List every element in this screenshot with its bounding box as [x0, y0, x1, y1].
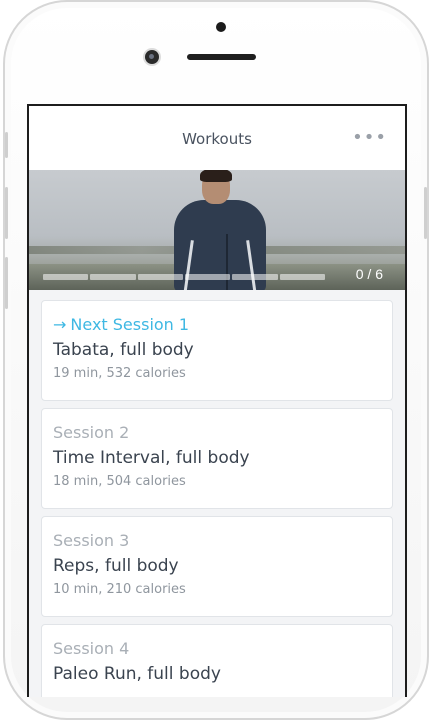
session-label-text: Next Session 1	[70, 315, 190, 334]
session-name: Paleo Run, full body	[53, 664, 221, 684]
earpiece-speaker	[187, 54, 256, 60]
page-title: Workouts	[182, 130, 252, 148]
session-card-4[interactable]: Session 4 Paleo Run, full body	[41, 624, 393, 697]
session-meta: 18 min, 504 calories	[53, 474, 186, 489]
progress-segment	[90, 274, 136, 280]
session-label: Session 4	[53, 639, 130, 658]
front-camera	[145, 50, 159, 64]
session-label: Session 2	[53, 423, 130, 442]
session-meta: 10 min, 210 calories	[53, 582, 186, 597]
volume-up-button	[5, 187, 8, 239]
proximity-sensor	[216, 22, 226, 32]
progress-segment	[184, 274, 231, 280]
session-list: → Next Session 1 Tabata, full body 19 min…	[41, 300, 393, 697]
progress-segment	[232, 274, 278, 280]
session-name: Tabata, full body	[53, 340, 194, 360]
trainer-hair	[200, 170, 232, 182]
trainer-figure	[166, 170, 274, 290]
session-name: Reps, full body	[53, 556, 179, 576]
app-screen: Workouts ••• 0 / 6 → Next Session 1 Taba…	[27, 104, 407, 697]
session-label: → Next Session 1	[53, 315, 381, 335]
session-card-2[interactable]: Session 2 Time Interval, full body 18 mi…	[41, 408, 393, 509]
volume-down-button	[5, 257, 8, 309]
session-card-1[interactable]: → Next Session 1 Tabata, full body 19 min…	[41, 300, 393, 401]
mute-switch	[5, 132, 8, 158]
power-button	[424, 187, 427, 239]
session-meta: 19 min, 532 calories	[53, 366, 186, 381]
progress-segment	[43, 274, 89, 280]
session-name: Time Interval, full body	[53, 448, 250, 468]
progress-segment	[279, 274, 325, 280]
session-progress-bar	[43, 274, 325, 280]
more-horizontal-icon[interactable]: •••	[352, 128, 387, 148]
workout-video-preview[interactable]: 0 / 6	[29, 170, 405, 290]
session-card-3[interactable]: Session 3 Reps, full body 10 min, 210 ca…	[41, 516, 393, 617]
arrow-right-icon: →	[53, 315, 67, 334]
progress-segment	[137, 274, 183, 280]
navigation-bar: Workouts •••	[29, 106, 405, 170]
progress-count: 0 / 6	[355, 266, 383, 282]
session-label: Session 3	[53, 531, 130, 550]
